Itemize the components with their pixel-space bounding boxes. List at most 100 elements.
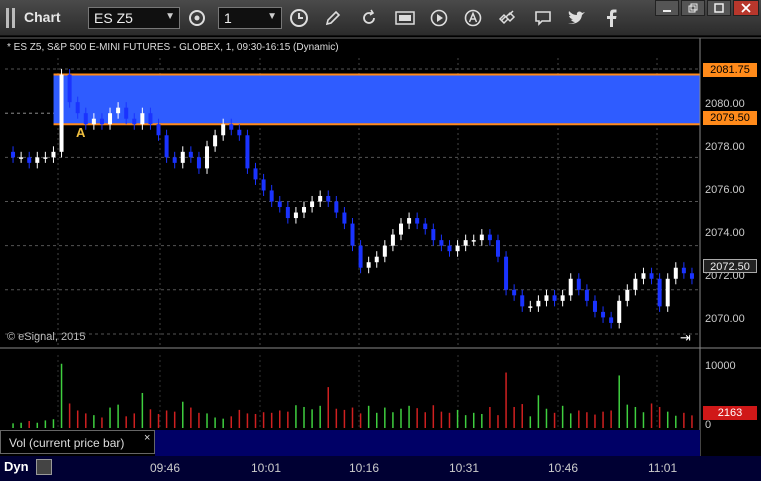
volume-bar: [537, 395, 540, 428]
volume-bar: [489, 406, 491, 428]
candle-body: [536, 300, 541, 307]
upper-price-tag: 2081.75: [703, 63, 757, 77]
candle-body: [431, 229, 436, 241]
candle-body: [689, 273, 694, 279]
candle-body: [609, 317, 614, 323]
candle-body: [229, 124, 234, 130]
volume-bar: [375, 412, 378, 428]
candle-body: [423, 223, 428, 230]
lower-price-tag: 2079.50: [703, 111, 757, 125]
volume-bar: [416, 408, 418, 428]
volume-bar: [400, 408, 402, 428]
volume-bar: [481, 413, 483, 428]
chart-info-line: * ES Z5, S&P 500 E-MINI FUTURES - GLOBEX…: [7, 42, 339, 53]
volume-bar: [683, 412, 685, 428]
candle-body: [544, 295, 549, 301]
candle-body: [59, 74, 64, 152]
scroll-to-end-icon[interactable]: ⇥: [680, 330, 691, 346]
candle-body: [512, 289, 517, 296]
time-tick: 09:46: [150, 461, 181, 475]
volume-bar: [133, 413, 136, 428]
price-tick: 2080.00: [705, 98, 745, 110]
volume-bar: [93, 415, 95, 428]
volume-bar: [553, 412, 556, 428]
candle-body: [116, 107, 121, 114]
volume-bar: [545, 408, 548, 428]
candle-body: [205, 146, 210, 169]
time-tick: 10:01: [251, 461, 282, 475]
candle-body: [253, 168, 258, 180]
candle-body: [584, 289, 589, 301]
chart-marker: A: [76, 125, 86, 140]
volume-bar: [610, 410, 612, 428]
time-tick: 10:16: [349, 461, 380, 475]
candle-body: [269, 190, 274, 202]
candle-body: [99, 118, 104, 125]
candle-body: [196, 157, 201, 169]
volume-bar: [287, 411, 289, 428]
candle-body: [390, 234, 395, 246]
volume-bar: [367, 405, 370, 428]
candle-body: [673, 267, 678, 279]
time-axis[interactable]: [0, 456, 761, 481]
candle-body: [487, 234, 492, 241]
candle-body: [140, 113, 145, 125]
candle-body: [261, 179, 266, 191]
candle-body: [245, 135, 250, 169]
time-tick: 10:31: [449, 461, 480, 475]
candle-body: [277, 201, 282, 208]
volume-bar: [602, 411, 604, 428]
candle-body: [455, 245, 460, 252]
candle-body: [407, 218, 412, 224]
candle-body: [398, 223, 403, 235]
volume-bar: [125, 416, 127, 428]
volume-bar: [327, 387, 330, 428]
volume-bar: [190, 407, 192, 428]
volume-study-label[interactable]: Vol (current price bar): [0, 430, 155, 454]
volume-bar: [634, 406, 637, 428]
volume-bar: [561, 405, 564, 428]
volume-bar: [246, 413, 249, 428]
candle-body: [334, 201, 339, 213]
volume-bar: [270, 412, 273, 428]
close-icon[interactable]: ×: [144, 432, 150, 444]
volume-bar: [262, 412, 265, 428]
candle-body: [641, 273, 646, 279]
candle-body: [148, 113, 153, 125]
volume-bar: [117, 404, 119, 428]
volume-bar: [618, 375, 620, 428]
volume-bar: [12, 423, 14, 428]
candle-body: [310, 201, 315, 208]
price-tick: 2078.00: [705, 141, 745, 153]
candle-body: [447, 245, 452, 252]
volume-bar: [343, 409, 346, 428]
candle-body: [285, 207, 290, 219]
volume-bar: [464, 415, 467, 428]
candle-body: [11, 151, 16, 158]
volume-bar: [109, 407, 111, 428]
price-chart[interactable]: [0, 0, 761, 481]
time-tick: 11:01: [648, 461, 678, 475]
price-tick: 2076.00: [705, 184, 745, 196]
candle-body: [172, 157, 177, 163]
volume-bar: [206, 413, 208, 428]
candle-body: [293, 212, 298, 219]
candle-body: [657, 278, 662, 307]
volume-bar: [666, 411, 669, 428]
copyright-text: © eSignal, 2015: [7, 331, 86, 343]
volume-bar: [52, 419, 55, 428]
volume-bar: [149, 409, 152, 428]
candle-body: [237, 129, 242, 136]
volume-bar: [303, 406, 305, 428]
candle-body: [439, 240, 444, 246]
volume-bar: [529, 416, 532, 428]
volume-bar: [448, 412, 451, 428]
candle-body: [358, 245, 363, 268]
volume-bar: [432, 405, 435, 428]
candle-body: [665, 278, 670, 307]
volume-bar: [254, 413, 257, 428]
volume-bar: [578, 410, 580, 428]
link-chain-icon[interactable]: [36, 459, 52, 475]
volume-bar: [675, 415, 677, 428]
dynamic-mode-label[interactable]: Dyn: [4, 459, 29, 474]
